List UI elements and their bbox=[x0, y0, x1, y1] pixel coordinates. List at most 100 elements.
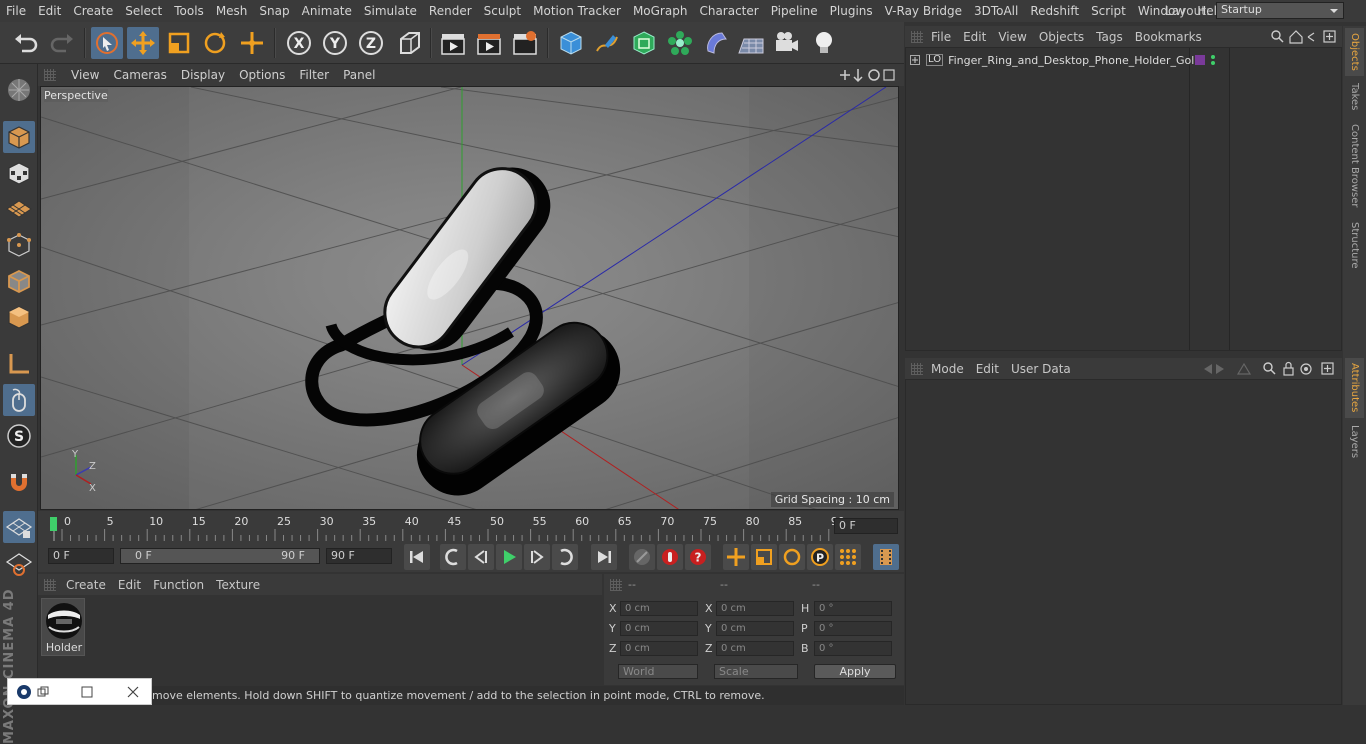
render-region-button[interactable] bbox=[473, 27, 505, 59]
visibility-dots-icon[interactable] bbox=[1210, 54, 1216, 66]
next-frame-button[interactable] bbox=[524, 544, 550, 570]
polygons-mode-button[interactable] bbox=[3, 301, 35, 333]
menu-pipeline[interactable]: Pipeline bbox=[765, 4, 824, 18]
viewport-nav-icons[interactable] bbox=[838, 67, 898, 83]
goto-start-button[interactable] bbox=[404, 544, 430, 570]
viewport-menu-options[interactable]: Options bbox=[232, 68, 292, 82]
material-menu-texture[interactable]: Texture bbox=[210, 578, 266, 592]
object-menu-bookmarks[interactable]: Bookmarks bbox=[1129, 30, 1208, 44]
viewport-menu-filter[interactable]: Filter bbox=[292, 68, 336, 82]
cloner-button[interactable] bbox=[664, 27, 696, 59]
coord-space-dropdown[interactable]: World bbox=[618, 664, 698, 679]
tab-layers[interactable]: Layers bbox=[1345, 422, 1364, 462]
prev-frame-button[interactable] bbox=[468, 544, 494, 570]
object-name[interactable]: Finger_Ring_and_Desktop_Phone_Holder_Gol… bbox=[948, 54, 1201, 67]
render-view-button[interactable] bbox=[437, 27, 469, 59]
menu-vray-bridge[interactable]: V-Ray Bridge bbox=[879, 4, 968, 18]
make-editable-button[interactable] bbox=[3, 74, 35, 106]
y-axis-lock-button[interactable]: Y bbox=[319, 27, 351, 59]
menu-animate[interactable]: Animate bbox=[296, 4, 358, 18]
maximize-icon[interactable] bbox=[80, 685, 94, 699]
coord-pos-y-field[interactable]: 0 cm bbox=[620, 621, 698, 636]
attr-menu-mode[interactable]: Mode bbox=[925, 362, 970, 376]
coord-pos-x-field[interactable]: 0 cm bbox=[620, 601, 698, 616]
material-swatch-holder[interactable]: Holder bbox=[41, 598, 85, 656]
z-axis-lock-button[interactable]: Z bbox=[355, 27, 387, 59]
move-tool-button[interactable] bbox=[127, 27, 159, 59]
minimized-window-stub[interactable] bbox=[7, 678, 152, 705]
attr-menu-edit[interactable]: Edit bbox=[970, 362, 1005, 376]
render-settings-button[interactable] bbox=[509, 27, 541, 59]
layout-select[interactable]: Startup bbox=[1216, 2, 1344, 19]
layer-color-swatch[interactable] bbox=[1195, 55, 1205, 65]
tab-structure[interactable]: Structure bbox=[1345, 216, 1364, 274]
menu-character[interactable]: Character bbox=[693, 4, 764, 18]
axis-mode-button[interactable] bbox=[3, 348, 35, 380]
camera-button[interactable] bbox=[771, 27, 803, 59]
attr-menu-user-data[interactable]: User Data bbox=[1005, 362, 1077, 376]
coord-rot-b-field[interactable]: 0 ° bbox=[814, 641, 892, 656]
points-mode-button[interactable] bbox=[3, 229, 35, 261]
solo-mode-button[interactable] bbox=[3, 548, 35, 580]
menu-edit[interactable]: Edit bbox=[32, 4, 67, 18]
viewport-menu-panel[interactable]: Panel bbox=[336, 68, 382, 82]
key-scale-button[interactable] bbox=[751, 544, 777, 570]
close-icon[interactable] bbox=[126, 685, 140, 699]
start-frame-field[interactable]: 0 F bbox=[48, 548, 114, 564]
light-button[interactable] bbox=[808, 27, 840, 59]
menu-script[interactable]: Script bbox=[1085, 4, 1132, 18]
end-frame-field[interactable]: 90 F bbox=[326, 548, 392, 564]
undo-button[interactable] bbox=[10, 27, 42, 59]
coord-size-y-field[interactable]: 0 cm bbox=[716, 621, 794, 636]
viewport-menu-view[interactable]: View bbox=[64, 68, 106, 82]
menu-create[interactable]: Create bbox=[67, 4, 119, 18]
object-menu-edit[interactable]: Edit bbox=[957, 30, 992, 44]
tab-objects[interactable]: Objects bbox=[1345, 28, 1364, 76]
menu-snap[interactable]: Snap bbox=[253, 4, 295, 18]
key-rotation-button[interactable] bbox=[779, 544, 805, 570]
material-menu-edit[interactable]: Edit bbox=[112, 578, 147, 592]
key-parameter-button[interactable]: P bbox=[807, 544, 833, 570]
perspective-viewport[interactable]: Y Z X Perspective Grid Spacing : 10 cm bbox=[40, 86, 899, 510]
menu-tools[interactable]: Tools bbox=[168, 4, 210, 18]
menu-render[interactable]: Render bbox=[423, 4, 478, 18]
cube-primitive-button[interactable] bbox=[555, 27, 587, 59]
deformer-button[interactable] bbox=[700, 27, 732, 59]
menu-plugins[interactable]: Plugins bbox=[824, 4, 879, 18]
floor-button[interactable] bbox=[735, 27, 767, 59]
object-menu-objects[interactable]: Objects bbox=[1033, 30, 1090, 44]
pen-spline-button[interactable] bbox=[591, 27, 623, 59]
tab-content-browser[interactable]: Content Browser bbox=[1345, 120, 1364, 212]
frame-range-slider[interactable]: 0 F 90 F bbox=[120, 548, 320, 564]
workplane-lock-button[interactable] bbox=[3, 511, 35, 543]
attributes-nav-icons[interactable] bbox=[1202, 361, 1338, 376]
menu-3dtoall[interactable]: 3DToAll bbox=[968, 4, 1024, 18]
timeline-ruler[interactable]: 051015202530354045505560657075808590 0 F bbox=[38, 511, 904, 542]
key-position-button[interactable] bbox=[723, 544, 749, 570]
keyframe-selection-button[interactable] bbox=[629, 544, 655, 570]
coordinate-system-button[interactable] bbox=[393, 27, 425, 59]
live-selection-button[interactable] bbox=[91, 27, 123, 59]
workplane-mode-button[interactable] bbox=[3, 193, 35, 225]
edges-mode-button[interactable] bbox=[3, 265, 35, 297]
menu-motion-tracker[interactable]: Motion Tracker bbox=[527, 4, 627, 18]
rotate-tool-button[interactable] bbox=[199, 27, 231, 59]
tab-attributes[interactable]: Attributes bbox=[1345, 358, 1364, 418]
menu-mesh[interactable]: Mesh bbox=[210, 4, 254, 18]
menu-file[interactable]: File bbox=[0, 4, 32, 18]
current-frame-field[interactable]: 0 F bbox=[834, 518, 898, 534]
object-menu-file[interactable]: File bbox=[925, 30, 957, 44]
tab-takes[interactable]: Takes bbox=[1345, 78, 1364, 116]
coord-mode-dropdown[interactable]: Scale bbox=[714, 664, 798, 679]
model-mode-button[interactable] bbox=[3, 121, 35, 153]
timeline-window-button[interactable] bbox=[873, 544, 899, 570]
prev-key-button[interactable] bbox=[440, 544, 466, 570]
texture-mode-button[interactable] bbox=[3, 157, 35, 189]
next-key-button[interactable] bbox=[552, 544, 578, 570]
viewport-menu-cameras[interactable]: Cameras bbox=[106, 68, 173, 82]
expand-plus-icon[interactable] bbox=[910, 55, 920, 65]
object-menu-view[interactable]: View bbox=[992, 30, 1032, 44]
tweak-mode-button[interactable] bbox=[3, 384, 35, 416]
object-manager-nav-icons[interactable] bbox=[1270, 29, 1338, 44]
coord-pos-z-field[interactable]: 0 cm bbox=[620, 641, 698, 656]
